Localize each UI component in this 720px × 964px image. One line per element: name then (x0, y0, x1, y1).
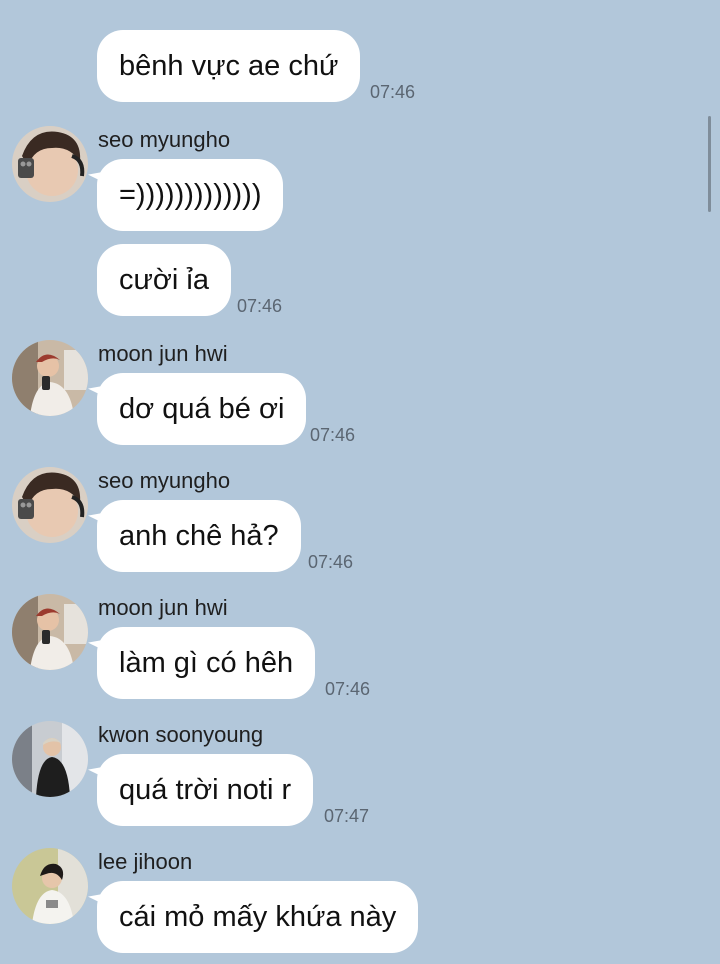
message-text: =))))))))))))) (119, 178, 262, 211)
sender-name: kwon soonyoung (98, 722, 264, 747)
message-text: cái mỏ mấy khứa này (119, 900, 397, 933)
seo-myungho-avatar[interactable] (12, 126, 88, 202)
message-bubble[interactable]: bênh vực ae chứ (97, 30, 361, 102)
sender-name: seo myungho (98, 468, 231, 493)
scrollbar[interactable] (708, 116, 711, 212)
message-time: 07:46 (325, 679, 371, 699)
message-time: 07:47 (324, 806, 370, 826)
message-text: làm gì có hêh (119, 646, 294, 679)
message-time: 07:46 (237, 296, 283, 316)
message-time: 07:46 (370, 82, 416, 102)
message-bubble[interactable]: quá trời noti r (97, 754, 314, 826)
message-bubble[interactable]: =))))))))))))) (97, 159, 284, 231)
message-text: anh chê hả? (119, 519, 279, 552)
message-text: quá trời noti r (119, 773, 292, 806)
sender-name: moon jun hwi (98, 341, 228, 366)
moon-jun-hwi-avatar[interactable] (12, 340, 88, 416)
message-time: 07:46 (308, 552, 354, 572)
message-time: 07:46 (310, 425, 356, 445)
message-bubble[interactable]: cười ỉa (97, 244, 232, 316)
message-text: bênh vực ae chứ (119, 49, 339, 82)
moon-jun-hwi-avatar[interactable] (12, 594, 88, 670)
kwon-soonyoung-avatar[interactable] (12, 721, 88, 797)
sender-name: seo myungho (98, 127, 231, 152)
seo-myungho-avatar[interactable] (12, 467, 88, 543)
message-bubble[interactable]: dơ quá bé ơi (97, 373, 307, 445)
message-bubble[interactable]: làm gì có hêh (97, 627, 316, 699)
message-bubble[interactable]: cái mỏ mấy khứa này (97, 881, 419, 953)
message-text: dơ quá bé ơi (119, 392, 285, 425)
message-text: cười ỉa (119, 263, 210, 296)
sender-name: lee jihoon (98, 849, 193, 874)
lee-jihoon-avatar[interactable] (12, 848, 88, 924)
sender-name: moon jun hwi (98, 595, 228, 620)
message-bubble[interactable]: anh chê hả? (97, 500, 301, 572)
